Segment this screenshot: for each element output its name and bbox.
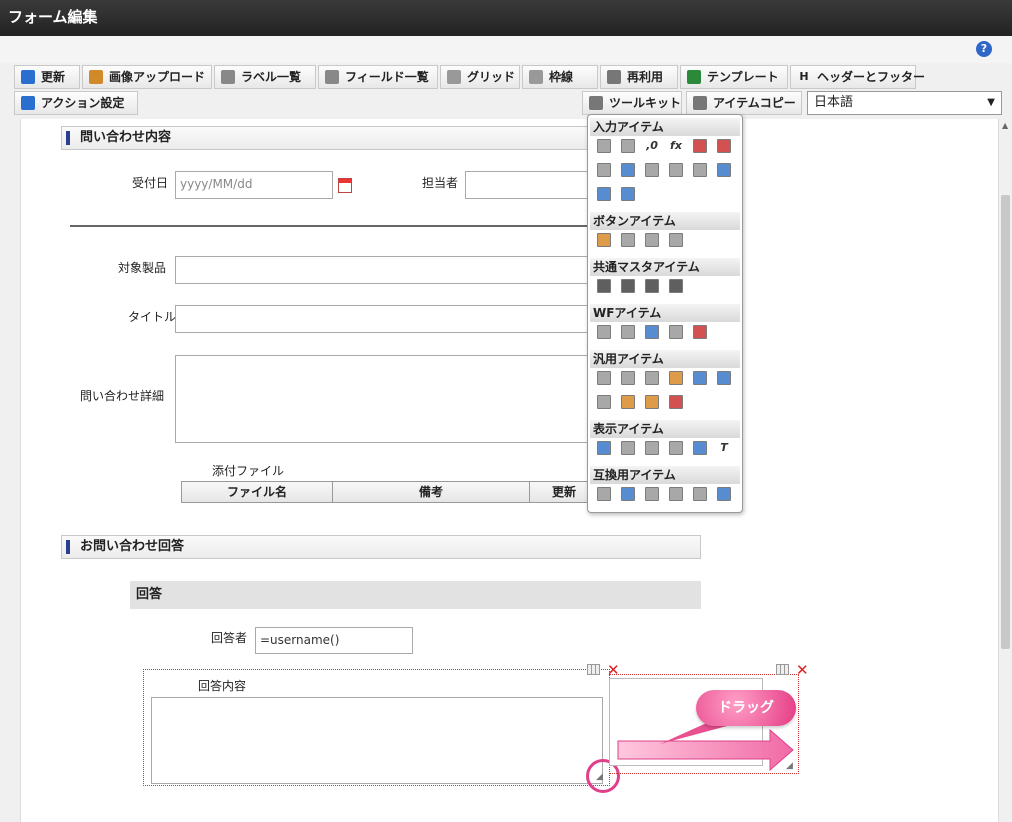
vline-icon[interactable]	[645, 441, 659, 455]
drag-arrow-icon	[617, 728, 794, 772]
drag-annotation	[617, 716, 794, 772]
panel-icon[interactable]	[597, 395, 611, 409]
listbox-icon[interactable]	[717, 487, 731, 501]
palette-group-header: 入力アイテム	[590, 118, 740, 136]
table-icon[interactable]	[621, 187, 635, 201]
textbox-icon[interactable]	[621, 139, 635, 153]
clipboard-icon[interactable]	[597, 325, 611, 339]
attach-icon[interactable]	[621, 325, 635, 339]
radio-icon[interactable]	[669, 487, 683, 501]
list-icon[interactable]	[621, 163, 635, 177]
palette-group-header: 共通マスタアイテム	[590, 258, 740, 276]
palette-group-header: 互換用アイテム	[590, 466, 740, 484]
document-icon[interactable]	[621, 371, 635, 385]
file-upload-icon[interactable]	[597, 187, 611, 201]
id-card-icon[interactable]	[621, 395, 635, 409]
pulldown-icon[interactable]	[693, 487, 707, 501]
camera-icon[interactable]	[645, 371, 659, 385]
palette-group-header: 表示アイテム	[590, 420, 740, 438]
text-icon[interactable]: T	[717, 441, 731, 455]
tree-icon[interactable]	[645, 395, 659, 409]
calendar-icon[interactable]	[669, 395, 683, 409]
cancel-button-icon[interactable]	[669, 233, 683, 247]
list-icon[interactable]	[621, 487, 635, 501]
radio-icon[interactable]	[669, 163, 683, 177]
upload-icon[interactable]	[693, 371, 707, 385]
checkbox-icon[interactable]	[645, 487, 659, 501]
user-icon[interactable]	[597, 279, 611, 293]
hline-icon[interactable]	[621, 441, 635, 455]
textbox-icon[interactable]	[597, 139, 611, 153]
number-icon[interactable]: ,0	[645, 139, 659, 153]
search-icon[interactable]	[669, 371, 683, 385]
next-button-icon[interactable]	[621, 233, 635, 247]
formula-icon[interactable]: fx	[669, 139, 683, 153]
box-icon[interactable]	[669, 441, 683, 455]
label-icon[interactable]	[597, 441, 611, 455]
pulldown-icon[interactable]	[693, 163, 707, 177]
picture-icon[interactable]	[693, 441, 707, 455]
organization-icon[interactable]	[621, 279, 635, 293]
toolkit-palette: 入力アイテム ,0 fx ボタンアイテム 共通マスタアイテム WFアイテム 汎用アイテム 表示…	[587, 114, 743, 513]
role-icon[interactable]	[645, 279, 659, 293]
date-icon[interactable]	[693, 139, 707, 153]
image-icon[interactable]	[645, 325, 659, 339]
public-group-icon[interactable]	[669, 279, 683, 293]
listbox-icon[interactable]	[717, 163, 731, 177]
separator-icon[interactable]	[597, 371, 611, 385]
drag-callout: ドラッグ	[696, 690, 796, 726]
palette-group-header: ボタンアイテム	[590, 212, 740, 230]
history-icon[interactable]	[669, 325, 683, 339]
approve-button-icon[interactable]	[597, 233, 611, 247]
select-icon[interactable]	[597, 487, 611, 501]
palette-group-header: 汎用アイテム	[590, 350, 740, 368]
checkbox-icon[interactable]	[645, 163, 659, 177]
back-button-icon[interactable]	[645, 233, 659, 247]
stamp-icon[interactable]	[693, 325, 707, 339]
select-icon[interactable]	[597, 163, 611, 177]
palette-group-header: WFアイテム	[590, 304, 740, 322]
download-icon[interactable]	[717, 371, 731, 385]
datetime-icon[interactable]	[717, 139, 731, 153]
